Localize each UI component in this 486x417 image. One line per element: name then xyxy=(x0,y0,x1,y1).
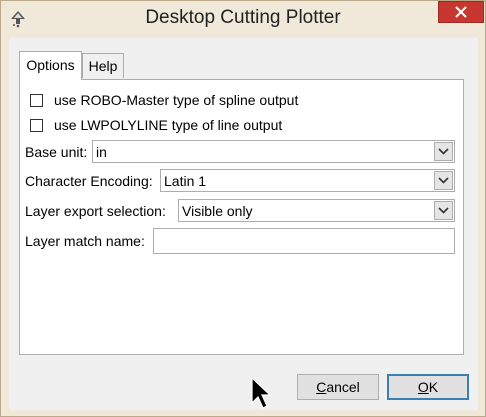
layer-match-label: Layer match name: xyxy=(25,233,145,249)
robo-master-option[interactable]: use ROBO-Master type of spline output xyxy=(30,91,298,109)
options-panel: use ROBO-Master type of spline output us… xyxy=(19,79,464,355)
ok-button[interactable]: OK xyxy=(387,374,469,400)
robo-master-label: use ROBO-Master type of spline output xyxy=(54,92,299,108)
base-unit-select[interactable]: in xyxy=(92,140,455,163)
lwpolyline-option[interactable]: use LWPOLYLINE type of line output xyxy=(30,116,282,134)
layer-match-input[interactable] xyxy=(153,228,455,254)
close-icon xyxy=(455,6,467,18)
window-title: Desktop Cutting Plotter xyxy=(145,7,341,28)
close-button[interactable] xyxy=(438,1,484,23)
robo-master-checkbox[interactable] xyxy=(30,93,43,107)
ok-label: K xyxy=(428,379,439,395)
cancel-button[interactable]: Cancel xyxy=(297,374,379,400)
chevron-down-icon xyxy=(438,177,449,184)
lwpolyline-checkbox[interactable] xyxy=(30,118,43,132)
dialog-window: Desktop Cutting Plotter Options Help use… xyxy=(0,0,486,417)
cancel-label: ancel xyxy=(326,379,360,395)
cancel-mnemonic: C xyxy=(316,379,327,395)
layer-export-dropdown-button[interactable] xyxy=(434,201,453,220)
mouse-cursor-icon xyxy=(251,377,272,409)
base-unit-value: in xyxy=(96,144,107,160)
title-bar[interactable]: Desktop Cutting Plotter xyxy=(1,1,485,38)
chevron-down-icon xyxy=(438,148,449,155)
tab-options[interactable]: Options xyxy=(19,51,82,80)
layer-export-select[interactable]: Visible only xyxy=(178,199,455,222)
layer-export-label: Layer export selection: xyxy=(25,203,166,219)
base-unit-dropdown-button[interactable] xyxy=(434,142,453,161)
lwpolyline-label: use LWPOLYLINE type of line output xyxy=(54,117,283,133)
chevron-down-icon xyxy=(438,207,449,214)
dialog-content: Options Help use ROBO-Master type of spl… xyxy=(9,38,478,410)
layer-export-value: Visible only xyxy=(182,203,253,219)
encoding-value: Latin 1 xyxy=(164,173,207,189)
ok-mnemonic: O xyxy=(417,379,429,395)
tab-help[interactable]: Help xyxy=(82,53,124,78)
base-unit-label: Base unit: xyxy=(25,144,88,160)
encoding-select[interactable]: Latin 1 xyxy=(160,169,455,192)
encoding-dropdown-button[interactable] xyxy=(434,171,453,190)
encoding-label: Character Encoding: xyxy=(25,173,153,189)
